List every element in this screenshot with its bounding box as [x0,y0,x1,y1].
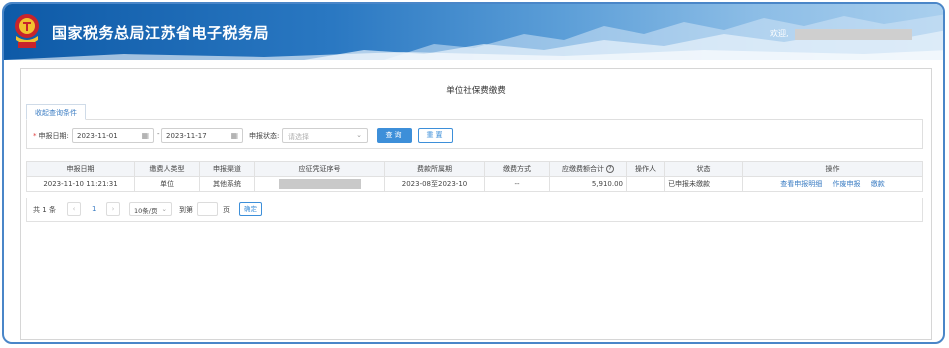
status-label: 申报状态: [249,132,280,140]
goto-page-input[interactable] [197,202,218,216]
column-header: 申报渠道 [199,161,255,177]
tax-emblem-icon [15,14,39,48]
column-header: 状态 [664,161,743,177]
current-page[interactable]: 1 [92,205,96,213]
column-header: 缴费人类型 [134,161,200,177]
page-title: 单位社保费缴费 [446,86,506,96]
next-page-button[interactable]: › [106,202,120,216]
status-select[interactable]: 请选择 ⌄ [282,128,368,143]
prev-page-button[interactable]: ‹ [67,202,81,216]
goto-confirm-button[interactable]: 确定 [239,202,262,216]
column-header: 操作 [742,161,923,177]
column-header: 操作人 [626,161,665,177]
pager-total: 共 1 条 [33,206,56,214]
cell-channel: 其他系统 [199,176,255,192]
calendar-icon: ▦ [230,131,238,140]
date-separator: - [157,130,160,138]
cell-date: 2023-11-10 11:21:31 [26,176,135,192]
view-declaration-link[interactable]: 查看申报明细 [780,180,822,188]
goto-label: 到第 [179,206,193,214]
date-to-input[interactable]: 2023-11-17 ▦ [161,128,243,143]
column-header: 应征凭证序号 [254,161,385,177]
table-row: 2023-11-10 11:21:31 单位 其他系统 2023-08至2023… [26,176,923,192]
collapse-filter-tab[interactable]: 收起查询条件 [26,104,86,120]
payment-table: 申报日期 缴费人类型 申报渠道 应征凭证序号 费款所属期 缴费方式 应缴费额合计… [26,161,923,192]
welcome-text: 欢迎, [770,29,789,38]
date-label: * 申报日期: [33,132,69,140]
column-header: 缴费方式 [484,161,550,177]
site-title: 国家税务总局江苏省电子税务局 [52,24,270,42]
filter-panel: * 申报日期: 2023-11-01 ▦ - 2023-11-17 ▦ 申报状态:… [26,119,923,149]
cell-payment-method: -- [484,176,550,192]
column-header: 费款所属期 [384,161,485,177]
date-from-input[interactable]: 2023-11-01 ▦ [72,128,154,143]
reset-button[interactable]: 重置 [418,128,453,143]
cell-status: 已申报未缴款 [664,176,743,192]
chevron-down-icon: ⌄ [356,131,362,139]
cell-period: 2023-08至2023-10 [384,176,485,192]
user-name-redacted [795,29,912,40]
query-button[interactable]: 查询 [377,128,412,143]
pay-link[interactable]: 缴款 [871,180,885,188]
app-frame: 国家税务总局江苏省电子税务局 欢迎, 单位社保费缴费 收起查询条件 * 申报日期:… [2,2,945,344]
chevron-down-icon: ⌄ [161,205,167,213]
header-banner: 国家税务总局江苏省电子税务局 欢迎, [4,4,943,60]
cell-operator [626,176,665,192]
cell-actions: 查看申报明细 作废申报 缴款 [742,176,923,192]
table-header-row: 申报日期 缴费人类型 申报渠道 应征凭证序号 费款所属期 缴费方式 应缴费额合计… [26,161,923,177]
goto-suffix: 页 [223,206,230,214]
page-size-select[interactable]: 10条/页 ⌄ [129,202,172,216]
cell-voucher [254,176,385,192]
pagination: 共 1 条 ‹ 1 › 10条/页 ⌄ 到第 页 确定 [26,198,923,222]
cell-payer-type: 单位 [134,176,200,192]
calendar-icon: ▦ [141,131,149,140]
void-declaration-link[interactable]: 作废申报 [833,180,861,188]
column-header: 应缴费额合计? [549,161,627,177]
column-header: 申报日期 [26,161,135,177]
help-icon[interactable]: ? [606,165,614,173]
cell-amount: 5,910.00 [549,176,627,192]
voucher-redacted [278,179,361,189]
main-panel: 单位社保费缴费 收起查询条件 * 申报日期: 2023-11-01 ▦ - 202… [20,68,932,340]
